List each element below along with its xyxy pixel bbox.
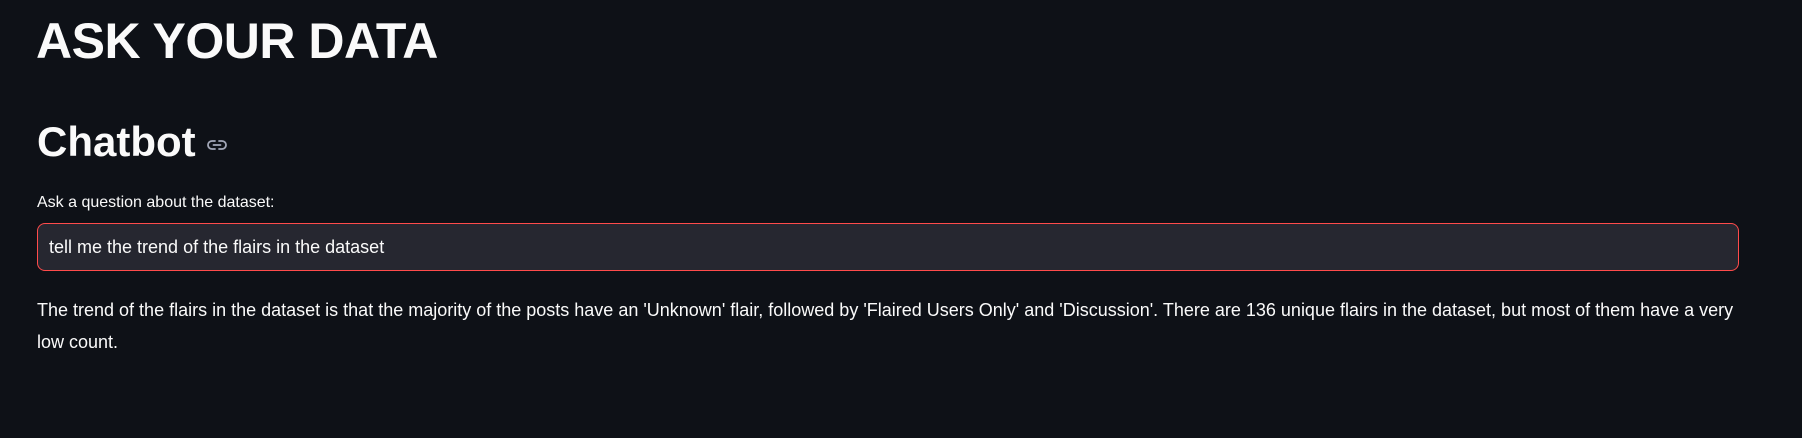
chatbot-header: Chatbot	[37, 112, 228, 172]
answer-text: The trend of the flairs in the dataset i…	[37, 300, 1734, 352]
app-container: ASK YOUR DATA Chatbot Ask a question abo…	[0, 0, 1802, 438]
link-icon[interactable]	[206, 134, 228, 156]
question-label: Ask a question about the dataset:	[37, 194, 275, 211]
question-input-wrapper[interactable]	[37, 223, 1739, 271]
section-title: Chatbot	[37, 118, 196, 165]
question-input[interactable]	[38, 224, 1738, 270]
page-title: ASK YOUR DATA	[36, 13, 438, 69]
